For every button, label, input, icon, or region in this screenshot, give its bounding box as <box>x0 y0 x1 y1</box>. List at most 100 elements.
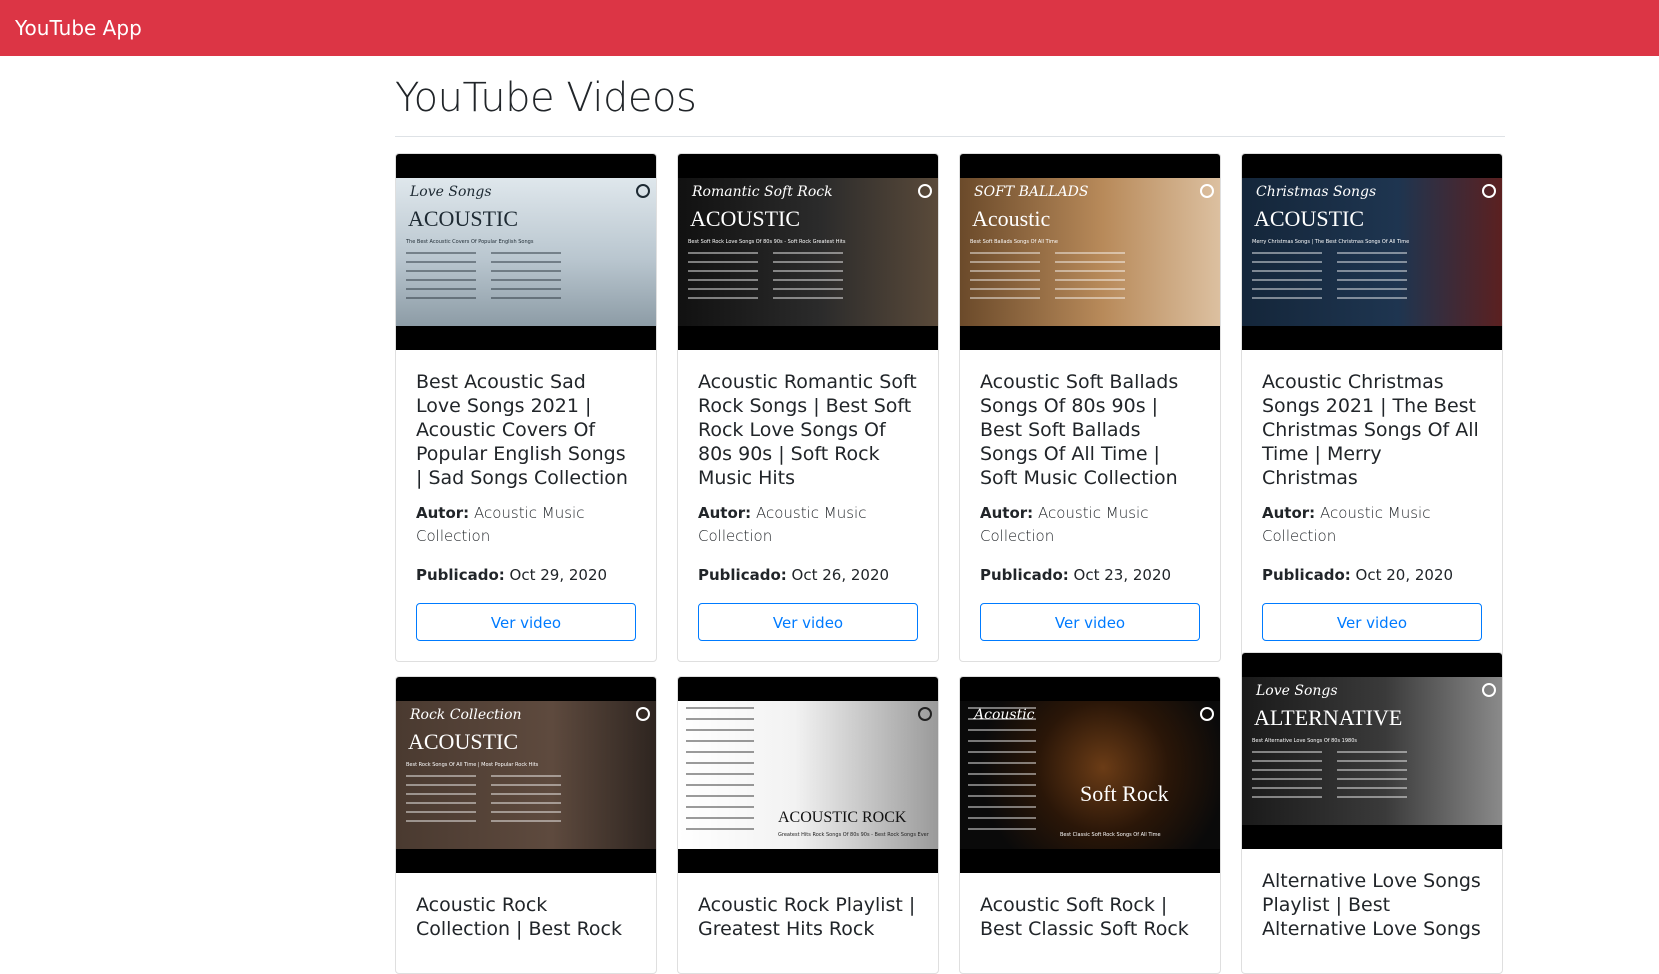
thumbnail-image: ACOUSTIC ROCK Greatest Hits Rock Songs Of… <box>678 701 938 849</box>
thumbnail-headline: ACOUSTIC <box>690 206 801 231</box>
watch-video-button[interactable]: Ver video <box>416 603 636 641</box>
tracklist-line <box>968 751 1036 753</box>
tracklist-line <box>1337 252 1407 254</box>
tracklist-line <box>1252 778 1322 780</box>
main-container: YouTube Videos Love Songs ACOUSTIC The Bes… <box>395 56 1505 974</box>
thumbnail-headline: Soft Rock <box>1080 781 1169 806</box>
tracklist-line <box>686 729 754 731</box>
navbar-brand[interactable]: YouTube App <box>15 16 142 40</box>
video-title: Acoustic Rock Playlist | Greatest Hits R… <box>698 894 916 940</box>
tracklist-line <box>491 252 561 254</box>
tracklist-line <box>773 270 843 272</box>
video-thumbnail[interactable]: ACOUSTIC ROCK Greatest Hits Rock Songs Of… <box>678 677 938 873</box>
tracklist-line <box>686 828 754 830</box>
tracklist-line <box>1337 297 1407 299</box>
video-card: SOFT BALLADS Acoustic Best Soft Ballads So… <box>959 153 1221 662</box>
tracklist-line <box>1337 751 1407 753</box>
card-body: Best Acoustic Sad Love Songs 2021 | Acou… <box>396 350 656 661</box>
tracklist-line <box>406 784 476 786</box>
tracklist-line <box>1252 787 1322 789</box>
video-thumbnail[interactable]: Rock Collection ACOUSTIC Best Rock Songs O… <box>396 677 656 873</box>
tracklist-line <box>686 784 754 786</box>
video-card: Rock Collection ACOUSTIC Best Rock Songs O… <box>395 676 657 974</box>
tracklist-line <box>773 261 843 263</box>
page-title: YouTube Videos <box>395 75 697 121</box>
tracklist-line <box>491 811 561 813</box>
tracklist-line <box>688 252 758 254</box>
video-thumbnail[interactable]: Love Songs ALTERNATIVE Best Alternative Lo… <box>1242 653 1502 849</box>
tracklist-line <box>773 252 843 254</box>
video-author: Autor: Acoustic Music Collection <box>980 502 1200 548</box>
published-date: Oct 26, 2020 <box>791 566 890 584</box>
tracklist-line <box>968 729 1036 731</box>
tracklist-line <box>968 707 1036 709</box>
tracklist-line <box>773 297 843 299</box>
video-title: Alternative Love Songs Playlist | Best A… <box>1262 870 1481 940</box>
thumbnail-subtitle: Best Soft Ballads Songs Of All Time <box>970 239 1058 245</box>
card-body: Acoustic Romantic Soft Rock Songs | Best… <box>678 350 938 661</box>
author-label: Autor: <box>698 504 752 522</box>
video-title: Acoustic Soft Rock | Best Classic Soft R… <box>980 894 1189 940</box>
tracklist-line <box>773 288 843 290</box>
tracklist-line <box>1337 270 1407 272</box>
card-body: Acoustic Christmas Songs 2021 | The Best… <box>1242 350 1502 661</box>
video-thumbnail[interactable]: Christmas Songs ACOUSTIC Merry Christmas S… <box>1242 154 1502 350</box>
tracklist-line <box>1055 252 1125 254</box>
tracklist-line <box>491 297 561 299</box>
tracklist-line <box>1252 769 1322 771</box>
thumbnail-script-text: Love Songs <box>410 184 492 200</box>
published-label: Publicado: <box>1262 566 1351 584</box>
tracklist-line <box>968 762 1036 764</box>
tracklist-line <box>688 261 758 263</box>
video-thumbnail[interactable]: Romantic Soft Rock ACOUSTIC Best Soft Rock… <box>678 154 938 350</box>
tracklist-line <box>968 795 1036 797</box>
video-thumbnail[interactable]: Love Songs ACOUSTIC The Best Acoustic Cove… <box>396 154 656 350</box>
thumbnail-subtitle: Greatest Hits Rock Songs Of 80s 90s - Be… <box>778 832 929 838</box>
watch-video-button[interactable]: Ver video <box>698 603 918 641</box>
thumbnail-headline: ACOUSTIC <box>408 206 519 231</box>
tracklist-line <box>1055 270 1125 272</box>
tracklist-line <box>1055 279 1125 281</box>
tracklist-line <box>688 297 758 299</box>
video-title: Acoustic Romantic Soft Rock Songs | Best… <box>698 371 917 489</box>
thumbnail-subtitle: The Best Acoustic Covers Of Popular Engl… <box>406 239 534 245</box>
tracklist-line <box>1337 288 1407 290</box>
thumbnail-image: Love Songs ACOUSTIC The Best Acoustic Cove… <box>396 178 656 326</box>
tracklist-line <box>1252 261 1322 263</box>
tracklist-line <box>970 288 1040 290</box>
video-thumbnail[interactable]: Acoustic Soft Rock Best Classic Soft Rock … <box>960 677 1220 873</box>
tracklist-line <box>1337 261 1407 263</box>
watch-video-button[interactable]: Ver video <box>1262 603 1482 641</box>
thumbnail-script-text: Acoustic <box>974 707 1035 723</box>
tracklist-line <box>688 279 758 281</box>
video-thumbnail[interactable]: SOFT BALLADS Acoustic Best Soft Ballads So… <box>960 154 1220 350</box>
tracklist-line <box>1337 760 1407 762</box>
tracklist-line <box>968 817 1036 819</box>
tracklist-line <box>1337 778 1407 780</box>
card-body: Acoustic Rock Playlist | Greatest Hits R… <box>678 873 938 973</box>
thumbnail-image: SOFT BALLADS Acoustic Best Soft Ballads So… <box>960 178 1220 326</box>
card-body: Alternative Love Songs Playlist | Best A… <box>1242 849 1502 973</box>
published-date: Oct 29, 2020 <box>509 566 608 584</box>
video-published: Publicado: Oct 26, 2020 <box>698 564 918 587</box>
tracklist-line <box>491 288 561 290</box>
video-title: Best Acoustic Sad Love Songs 2021 | Acou… <box>416 371 628 489</box>
tracklist-line <box>968 784 1036 786</box>
thumbnail-image: Christmas Songs ACOUSTIC Merry Christmas S… <box>1242 178 1502 326</box>
thumbnail-image: Romantic Soft Rock ACOUSTIC Best Soft Rock… <box>678 178 938 326</box>
video-published: Publicado: Oct 23, 2020 <box>980 564 1200 587</box>
tracklist-line <box>686 762 754 764</box>
video-title: Acoustic Soft Ballads Songs Of 80s 90s |… <box>980 371 1179 489</box>
video-title: Acoustic Rock Collection | Best Rock <box>416 894 622 940</box>
tracklist-line <box>773 279 843 281</box>
tracklist-line <box>1252 252 1322 254</box>
tracklist-line <box>491 784 561 786</box>
tracklist-line <box>406 261 476 263</box>
tracklist-line <box>406 279 476 281</box>
thumbnail-headline: ALTERNATIVE <box>1254 705 1403 730</box>
video-title: Acoustic Christmas Songs 2021 | The Best… <box>1262 371 1479 489</box>
thumbnail-subtitle: Best Soft Rock Love Songs Of 80s 90s - S… <box>688 239 846 245</box>
tracklist-line <box>491 802 561 804</box>
watch-video-button[interactable]: Ver video <box>980 603 1200 641</box>
tracklist-line <box>968 828 1036 830</box>
